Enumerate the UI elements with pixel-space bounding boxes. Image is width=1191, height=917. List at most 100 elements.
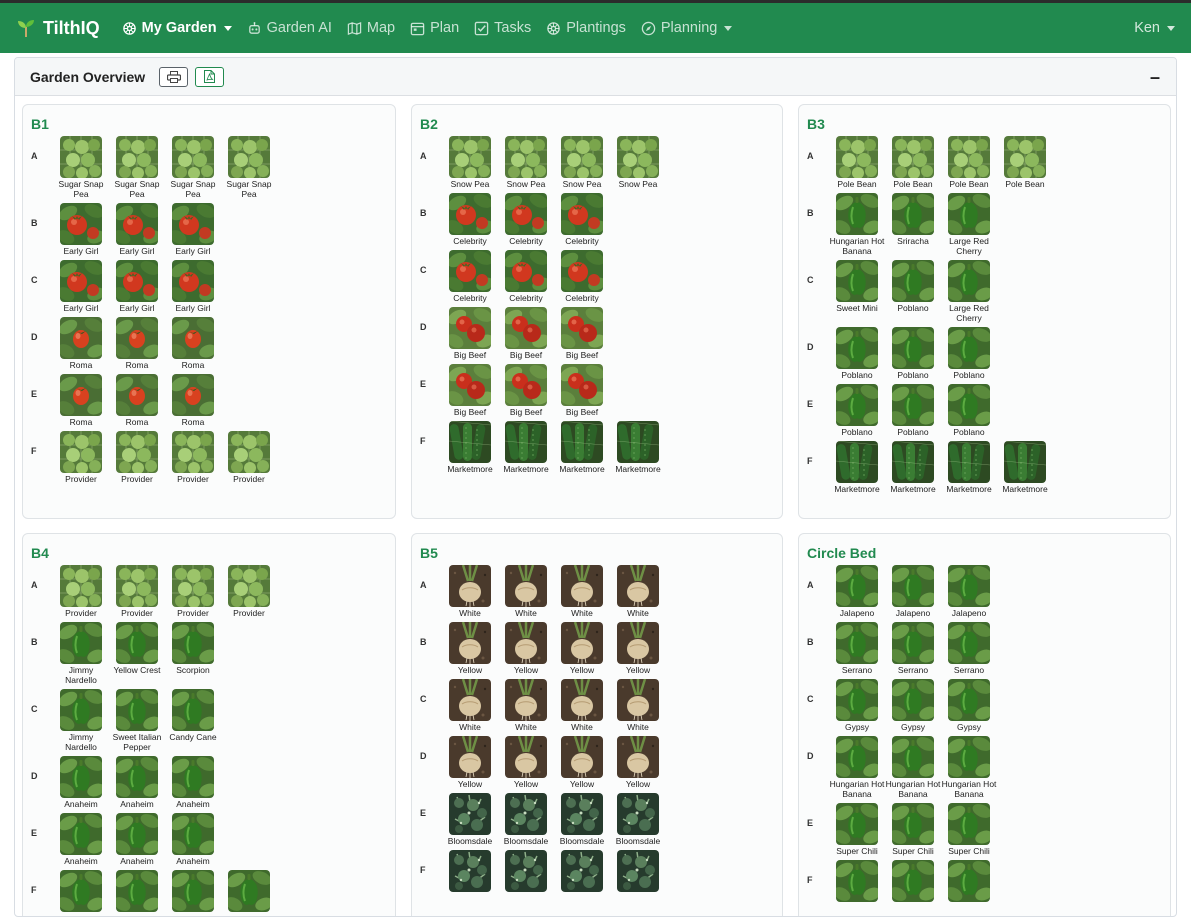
- plant-slot[interactable]: Poblano: [885, 327, 941, 380]
- plant-slot[interactable]: Anaheim: [53, 756, 109, 809]
- plant-slot[interactable]: Candy Cane: [165, 689, 221, 742]
- export-pdf-button[interactable]: [195, 66, 225, 87]
- plant-slot[interactable]: Provider: [109, 431, 165, 484]
- plant-slot[interactable]: Big Beef: [498, 307, 554, 360]
- plant-slot[interactable]: Hungarian Hot Banana: [885, 736, 941, 799]
- plant-slot[interactable]: Marketmore: [498, 421, 554, 474]
- nav-item-tasks[interactable]: Tasks: [474, 20, 531, 36]
- plant-slot[interactable]: Sweet Italian Pepper: [109, 689, 165, 752]
- bed-title[interactable]: B5: [420, 545, 774, 561]
- plant-slot[interactable]: Anaheim: [53, 813, 109, 866]
- bed-title[interactable]: B4: [31, 545, 387, 561]
- plant-slot[interactable]: White: [442, 679, 498, 732]
- plant-slot[interactable]: White: [610, 565, 666, 618]
- plant-slot[interactable]: Yellow: [554, 622, 610, 675]
- plant-slot[interactable]: Marketmore: [610, 421, 666, 474]
- plant-slot[interactable]: Snow Pea: [554, 136, 610, 189]
- plant-slot[interactable]: Provider: [221, 565, 277, 618]
- nav-item-garden-ai[interactable]: Garden AI: [247, 20, 332, 36]
- plant-slot[interactable]: Pole Bean: [829, 136, 885, 189]
- nav-item-map[interactable]: Map: [347, 20, 395, 36]
- nav-item-my-garden[interactable]: My Garden: [122, 20, 232, 36]
- plant-slot[interactable]: Super Chili: [885, 803, 941, 856]
- plant-slot[interactable]: Marketmore: [885, 441, 941, 494]
- plant-slot[interactable]: Bloomsdale: [610, 793, 666, 846]
- nav-item-planning[interactable]: Planning: [641, 20, 733, 36]
- plant-slot[interactable]: Anaheim: [165, 756, 221, 809]
- plant-slot[interactable]: Yellow: [498, 736, 554, 789]
- plant-slot[interactable]: Marketmore: [829, 441, 885, 494]
- bed-title[interactable]: B2: [420, 116, 774, 132]
- plant-slot[interactable]: Serrano: [829, 622, 885, 675]
- bed-title[interactable]: B1: [31, 116, 387, 132]
- plant-slot[interactable]: Celebrity: [554, 193, 610, 246]
- plant-slot[interactable]: Super Chili: [941, 803, 997, 856]
- plant-slot[interactable]: Provider: [53, 565, 109, 618]
- plant-slot[interactable]: Sugar Snap Pea: [53, 136, 109, 199]
- plant-slot[interactable]: Poblano: [829, 327, 885, 380]
- plant-slot[interactable]: Poblano: [829, 384, 885, 437]
- plant-slot[interactable]: White: [498, 679, 554, 732]
- plant-slot[interactable]: Sugar Snap Pea: [165, 136, 221, 199]
- plant-slot[interactable]: Yellow: [442, 736, 498, 789]
- brand-logo[interactable]: TilthIQ: [16, 18, 100, 39]
- plant-slot[interactable]: Roma: [165, 374, 221, 427]
- plant-slot[interactable]: Jalapeno: [829, 565, 885, 618]
- plant-slot[interactable]: Yellow Crest: [109, 622, 165, 675]
- plant-slot[interactable]: Hungarian Hot Banana: [829, 193, 885, 256]
- plant-slot[interactable]: Bloomsdale: [442, 793, 498, 846]
- plant-slot[interactable]: White: [610, 679, 666, 732]
- plant-slot[interactable]: Poblano: [941, 384, 997, 437]
- bed-title[interactable]: B3: [807, 116, 1162, 132]
- plant-slot[interactable]: Snow Pea: [442, 136, 498, 189]
- plant-slot[interactable]: [498, 850, 554, 893]
- bed-title[interactable]: Circle Bed: [807, 545, 1162, 561]
- plant-slot[interactable]: Yellow: [442, 622, 498, 675]
- plant-slot[interactable]: Big Beef: [554, 364, 610, 417]
- plant-slot[interactable]: Early Girl: [165, 260, 221, 313]
- plant-slot[interactable]: Marketmore: [941, 441, 997, 494]
- plant-slot[interactable]: Early Girl: [109, 203, 165, 256]
- plant-slot[interactable]: Early Girl: [53, 260, 109, 313]
- plant-slot[interactable]: Marketmore: [442, 421, 498, 474]
- plant-slot[interactable]: Roma: [109, 374, 165, 427]
- nav-item-plan[interactable]: Plan: [410, 20, 459, 36]
- plant-slot[interactable]: Big Beef: [498, 364, 554, 417]
- plant-slot[interactable]: Large Red Cherry: [941, 193, 997, 256]
- plant-slot[interactable]: Yellow: [610, 622, 666, 675]
- plant-slot[interactable]: Poblano: [885, 260, 941, 313]
- plant-slot[interactable]: White: [442, 565, 498, 618]
- plant-slot[interactable]: Pole Bean: [885, 136, 941, 189]
- plant-slot[interactable]: Anaheim: [109, 813, 165, 866]
- print-button[interactable]: [159, 66, 189, 87]
- plant-slot[interactable]: Super Chili: [829, 803, 885, 856]
- plant-slot[interactable]: Yellow: [498, 622, 554, 675]
- plant-slot[interactable]: Scorpion: [165, 622, 221, 675]
- plant-slot[interactable]: Bloomsdale: [554, 793, 610, 846]
- plant-slot[interactable]: Pole Bean: [941, 136, 997, 189]
- plant-slot[interactable]: Serrano: [885, 622, 941, 675]
- plant-slot[interactable]: Celebrity: [442, 193, 498, 246]
- plant-slot[interactable]: Provider: [109, 565, 165, 618]
- plant-slot[interactable]: Celebrity: [442, 250, 498, 303]
- plant-slot[interactable]: Gypsy: [829, 679, 885, 732]
- plant-slot[interactable]: Celebrity: [498, 193, 554, 246]
- plant-slot[interactable]: Poblano: [885, 384, 941, 437]
- plant-slot[interactable]: Pole Bean: [997, 136, 1053, 189]
- plant-slot[interactable]: Big Beef: [554, 307, 610, 360]
- plant-slot[interactable]: Roma: [53, 317, 109, 370]
- user-menu[interactable]: Ken: [1134, 20, 1175, 36]
- plant-slot[interactable]: White: [554, 565, 610, 618]
- plant-slot[interactable]: Big Beef: [442, 307, 498, 360]
- plant-slot[interactable]: [829, 860, 885, 903]
- plant-slot[interactable]: [221, 870, 277, 913]
- collapse-button[interactable]: –: [1150, 68, 1164, 86]
- plant-slot[interactable]: [109, 870, 165, 913]
- plant-slot[interactable]: Early Girl: [109, 260, 165, 313]
- plant-slot[interactable]: [165, 870, 221, 913]
- plant-slot[interactable]: [554, 850, 610, 893]
- plant-slot[interactable]: [610, 850, 666, 893]
- plant-slot[interactable]: [442, 850, 498, 893]
- plant-slot[interactable]: Poblano: [941, 327, 997, 380]
- plant-slot[interactable]: Gypsy: [885, 679, 941, 732]
